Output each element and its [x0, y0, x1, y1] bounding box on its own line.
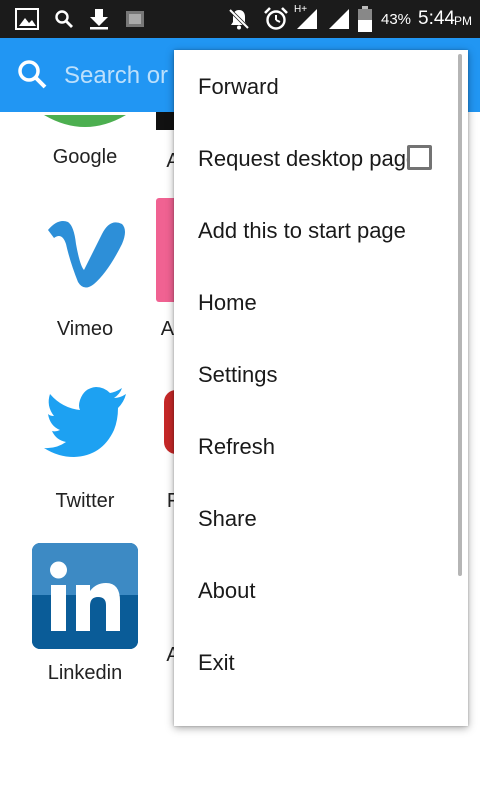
- search-icon: [52, 0, 76, 38]
- signal-icon: [326, 0, 352, 38]
- status-bar: H+ 43% 5:44 PM: [0, 0, 480, 38]
- vimeo-icon[interactable]: [44, 214, 128, 290]
- menu-item-add-start-page[interactable]: Add this to start page: [174, 195, 468, 267]
- menu-item-settings[interactable]: Settings: [174, 339, 468, 411]
- network-type: H+: [294, 3, 308, 15]
- app-icon: [124, 0, 146, 38]
- clock-time: 5:44: [418, 8, 455, 29]
- menu-item-home[interactable]: Home: [174, 267, 468, 339]
- battery-icon: [356, 0, 374, 38]
- bottom-row-hint: [0, 792, 480, 800]
- linkedin-icon[interactable]: [32, 543, 138, 649]
- menu-item-share[interactable]: Share: [174, 483, 468, 555]
- menu-item-forward[interactable]: Forward: [174, 51, 468, 123]
- twitter-icon[interactable]: [44, 386, 128, 458]
- mute-icon: [226, 0, 252, 38]
- search-icon[interactable]: [16, 58, 50, 92]
- menu-item-about[interactable]: About: [174, 555, 468, 627]
- download-icon: [88, 0, 110, 38]
- app-icon[interactable]: [156, 112, 176, 130]
- menu-item-partial[interactable]: Vi: [174, 699, 468, 726]
- overflow-menu: Forward Request desktop page Add this to…: [174, 50, 468, 726]
- clock-ampm: PM: [454, 14, 472, 28]
- google-icon[interactable]: [44, 112, 126, 127]
- menu-scrollbar[interactable]: [458, 54, 462, 576]
- battery-percent: 43%: [381, 10, 412, 28]
- menu-item-exit[interactable]: Exit: [174, 627, 468, 699]
- alarm-icon: [262, 0, 290, 38]
- app-icon[interactable]: [156, 198, 176, 302]
- image-icon: [14, 0, 40, 38]
- menu-item-refresh[interactable]: Refresh: [174, 411, 468, 483]
- desktop-page-checkbox[interactable]: [407, 145, 432, 170]
